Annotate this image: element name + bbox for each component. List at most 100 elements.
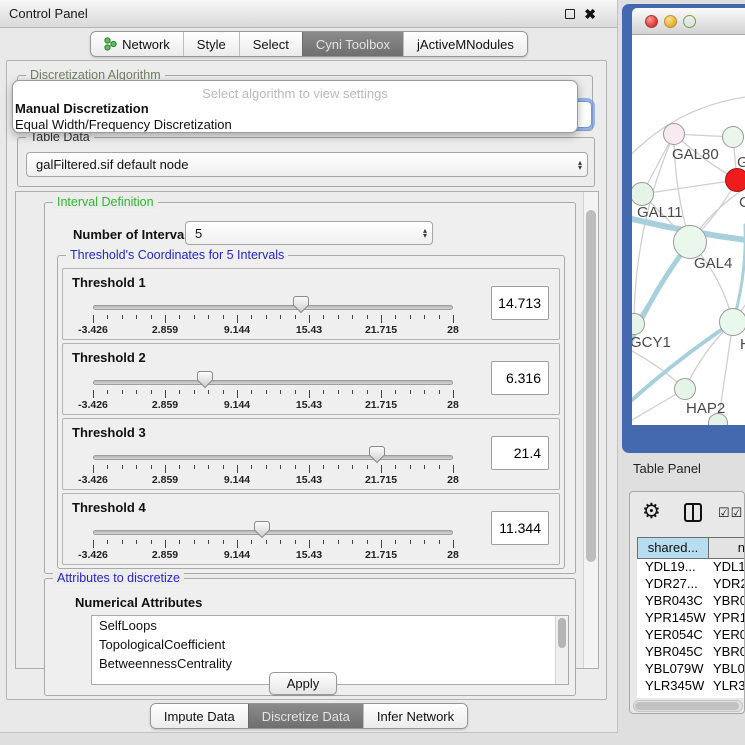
minor-tick — [266, 540, 267, 544]
number-of-intervals-combobox[interactable]: 5 ▴▾ — [185, 221, 433, 245]
algorithm-option[interactable]: Manual Discretization — [13, 101, 577, 117]
minor-tick — [107, 315, 108, 319]
close-icon[interactable]: ✖ — [584, 9, 596, 19]
tab-infer-network[interactable]: Infer Network — [363, 704, 467, 728]
minor-tick — [194, 315, 195, 319]
threshold-label: Threshold 3 — [72, 425, 146, 440]
settings-vertical-scrollbar[interactable] — [583, 192, 598, 668]
top-tabbar: NetworkStyleSelectCyni Toolbox jActiveMNo… — [0, 31, 618, 57]
table-row[interactable]: YER054CYER0 — [637, 627, 745, 644]
table-row[interactable]: YIL052CYIL0 — [637, 695, 745, 698]
column-header-shared-name[interactable]: shared... — [637, 537, 709, 559]
major-tick — [381, 390, 382, 398]
slider-track[interactable] — [93, 305, 453, 310]
minimize-traffic-light-icon[interactable] — [664, 15, 677, 28]
table-row[interactable]: YDR27...YDR2 — [637, 576, 745, 593]
major-tick — [381, 540, 382, 548]
table-data-combobox[interactable]: galFiltered.sif default node ▴▾ — [26, 152, 588, 177]
threshold-slider[interactable] — [93, 380, 453, 385]
shared-name-cell: YBR043C — [645, 593, 703, 608]
major-tick — [237, 465, 238, 473]
shared-name-cell: YBL079W — [645, 661, 704, 676]
gear-icon[interactable]: ⚙ — [642, 499, 661, 524]
network-canvas[interactable]: GAL80GACGAL11GAL4GCY1HHAP2 — [632, 35, 745, 425]
scrollbar-thumb[interactable] — [558, 618, 566, 648]
minor-tick — [395, 390, 396, 394]
threshold-box-4: Threshold 4-3.4262.8599.14415.4321.71528… — [62, 493, 560, 565]
columns-icon[interactable] — [684, 503, 702, 522]
tab-jactivemnodules[interactable]: jActiveMNodules — [403, 32, 527, 56]
scrollbar-thumb[interactable] — [635, 702, 739, 710]
network-view-window: GAL80GACGAL11GAL4GCY1HHAP2 — [622, 4, 745, 453]
network-node-gal80[interactable] — [663, 123, 685, 145]
tab-label: jActiveMNodules — [417, 37, 514, 52]
numerical-attributes-label: Numerical Attributes — [75, 595, 202, 610]
threshold-value-field[interactable]: 6.316 — [491, 361, 549, 395]
threshold-slider[interactable] — [93, 455, 453, 460]
table-header: shared... n — [637, 537, 745, 559]
scale-label: 21.715 — [365, 399, 397, 411]
network-node-hap2[interactable] — [674, 378, 696, 400]
minor-tick — [439, 315, 440, 319]
algorithm-option[interactable]: Equal Width/Frequency Discretization — [13, 117, 577, 133]
attributes-list-scrollbar[interactable] — [555, 616, 568, 684]
threshold-value-field[interactable]: 11.344 — [491, 511, 549, 545]
table-row[interactable]: YBL079WYBL0 — [637, 661, 745, 678]
scale-label: 2.859 — [152, 474, 178, 486]
scale-label: 15.43 — [296, 399, 322, 411]
tab-cyni-toolbox[interactable]: Cyni Toolbox — [302, 32, 403, 56]
tab-network[interactable]: Network — [91, 32, 183, 56]
minor-tick — [251, 465, 252, 469]
attribute-list-item[interactable]: SelfLoops — [92, 616, 568, 635]
minor-tick — [410, 390, 411, 394]
minor-tick — [338, 315, 339, 319]
algorithm-placeholder-option[interactable]: Select algorithm to view settings — [13, 86, 577, 101]
network-node-label: GAL11 — [637, 204, 683, 221]
minor-tick — [107, 540, 108, 544]
threshold-slider[interactable] — [93, 305, 453, 310]
table-data-group: Table Data galFiltered.sif default node … — [17, 137, 595, 187]
threshold-value-field[interactable]: 21.4 — [491, 436, 549, 470]
table-row[interactable]: YLR345WYLR3 — [637, 678, 745, 695]
network-node-c[interactable] — [725, 168, 745, 192]
table-row[interactable]: YBR045CYBR0 — [637, 644, 745, 661]
zoom-traffic-light-icon[interactable] — [683, 15, 696, 28]
table-row[interactable]: YPR145WYPR1 — [637, 610, 745, 627]
minor-tick — [367, 315, 368, 319]
network-node-gal4[interactable] — [673, 225, 707, 259]
checkbox-icons[interactable]: ☑☑ — [718, 505, 743, 521]
name-cell: YBR0 — [713, 644, 745, 659]
slider-scale-labels: -3.4262.8599.14415.4321.71528 — [93, 399, 453, 411]
network-node-h[interactable] — [719, 308, 745, 336]
slider-track[interactable] — [93, 455, 453, 460]
tab-impute-data[interactable]: Impute Data — [151, 704, 248, 728]
threshold-value-field[interactable]: 14.713 — [491, 286, 549, 320]
scale-label: 28 — [447, 474, 459, 486]
slider-track[interactable] — [93, 380, 453, 385]
column-header-name[interactable]: n — [709, 537, 745, 559]
close-traffic-light-icon[interactable] — [645, 15, 658, 28]
float-window-icon[interactable] — [565, 9, 575, 19]
slider-track[interactable] — [93, 530, 453, 535]
table-horizontal-scrollbar[interactable] — [633, 700, 743, 712]
scale-label: 2.859 — [152, 399, 178, 411]
network-node-ga[interactable] — [722, 126, 744, 148]
table-row[interactable]: YBR043CYBR0 — [637, 593, 745, 610]
attribute-list-item[interactable]: TopologicalCoefficient — [92, 635, 568, 654]
table-panel-title: Table Panel — [633, 461, 701, 476]
major-tick — [93, 540, 94, 548]
attribute-list-item[interactable]: BetweennessCentrality — [92, 654, 568, 673]
name-cell: YER0 — [713, 627, 745, 642]
tab-select[interactable]: Select — [239, 32, 302, 56]
minor-tick — [122, 540, 123, 544]
scrollbar-thumb[interactable] — [586, 210, 596, 562]
tab-style[interactable]: Style — [183, 32, 239, 56]
table-row[interactable]: YDL19...YDL1 — [637, 559, 745, 576]
algorithm-options: Manual DiscretizationEqual Width/Frequen… — [13, 101, 577, 132]
apply-button[interactable]: Apply — [269, 672, 337, 695]
minor-tick — [194, 540, 195, 544]
tab-discretize-data[interactable]: Discretize Data — [248, 704, 363, 728]
attribute-items: SelfLoopsTopologicalCoefficientBetweenne… — [92, 616, 568, 673]
minor-tick — [424, 390, 425, 394]
threshold-slider[interactable] — [93, 530, 453, 535]
